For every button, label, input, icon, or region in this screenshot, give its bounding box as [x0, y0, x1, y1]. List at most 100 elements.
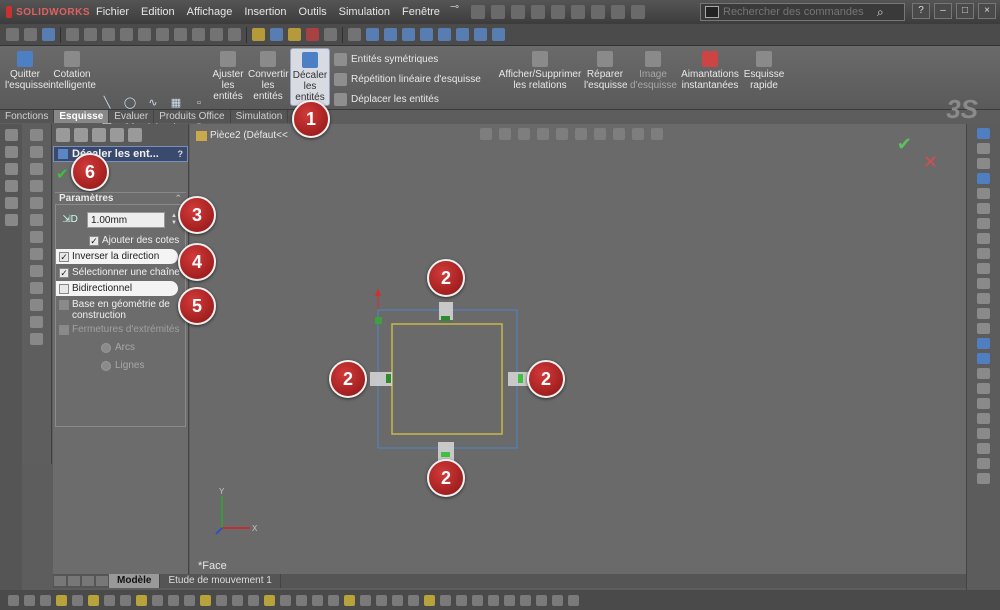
select-arrow-icon[interactable] [6, 28, 19, 41]
pan-icon[interactable] [30, 265, 43, 277]
close-button[interactable]: × [978, 3, 996, 19]
filter-face-icon[interactable] [88, 594, 99, 606]
rapid-sketch-button[interactable]: Esquisse rapide [742, 48, 786, 91]
offset-distance-input[interactable] [87, 212, 165, 228]
instant-snaps-button[interactable]: Aimantations instantanées [680, 48, 740, 91]
spline-icon[interactable]: ∿ [146, 96, 160, 110]
filter-icon[interactable] [280, 594, 291, 606]
check-mark-icon[interactable] [30, 248, 43, 260]
section-view-icon[interactable] [174, 28, 187, 41]
sketch-text-icon[interactable]: ▦ [169, 96, 183, 110]
outer-offset-rectangle[interactable] [377, 309, 518, 449]
render-icon[interactable] [324, 28, 337, 41]
corner-point[interactable] [375, 317, 382, 324]
filter-icon[interactable] [24, 594, 35, 606]
filter-icon[interactable] [424, 594, 435, 606]
property-manager-tab-icon[interactable] [74, 128, 88, 142]
tab-produits-office[interactable]: Produits Office [154, 110, 231, 123]
linear-pattern-button[interactable]: Répétition linéaire d'esquisse [334, 73, 481, 86]
spline-tool-icon[interactable] [977, 278, 990, 289]
folder-icon[interactable] [4, 129, 18, 141]
filter-icon[interactable] [296, 594, 307, 606]
zebra-icon[interactable] [210, 28, 223, 41]
filter-icon[interactable] [344, 594, 355, 606]
relation-tool-icon[interactable] [977, 398, 990, 409]
filter-icon[interactable] [504, 594, 515, 606]
view-front-icon[interactable] [438, 28, 451, 41]
appearances-icon[interactable] [977, 188, 990, 199]
filter-icon[interactable] [392, 594, 403, 606]
tab-esquisse[interactable]: Esquisse [54, 110, 110, 123]
last-tab-icon[interactable] [96, 576, 108, 586]
view-icon[interactable] [270, 28, 283, 41]
pin-icon[interactable]: ⊸ [446, 0, 463, 24]
menu-fenetre[interactable]: Fenêtre [396, 0, 446, 24]
filter-icon[interactable] [376, 594, 387, 606]
shaded-icon[interactable] [366, 28, 379, 41]
lines-radio[interactable] [101, 360, 111, 371]
menu-edition[interactable]: Edition [135, 0, 181, 24]
pin-toolbar-icon[interactable] [348, 28, 361, 41]
text-tool-icon[interactable] [30, 197, 43, 209]
line-tool-icon[interactable] [977, 218, 990, 229]
handle-top[interactable] [439, 302, 453, 321]
graphics-area[interactable]: Pièce2 (Défaut<< ✔ ✕ Y X *Face [190, 124, 966, 574]
reverse-direction-checkbox[interactable]: ✓ [59, 252, 69, 262]
stop-icon[interactable] [306, 28, 319, 41]
dimension-tool-icon[interactable] [977, 413, 990, 424]
circle-icon[interactable]: ◯ [123, 96, 137, 110]
command-search[interactable]: ⌕ [700, 3, 905, 21]
curvature-icon[interactable] [192, 28, 205, 41]
search-input[interactable] [723, 6, 873, 18]
tab-modele[interactable]: Modèle [109, 574, 161, 588]
display-tab-icon[interactable] [128, 128, 142, 142]
prev-tab-icon[interactable] [68, 576, 80, 586]
dimxpert-tab-icon[interactable] [110, 128, 124, 142]
draft-icon[interactable] [228, 28, 241, 41]
help-icon[interactable]: ? [178, 149, 184, 159]
filter-icon[interactable] [168, 594, 179, 606]
mirror-tool-icon[interactable] [977, 368, 990, 379]
pattern-tool-icon[interactable] [977, 383, 990, 394]
select-chain-option[interactable]: ✓ Sélectionner une chaîne [59, 267, 182, 278]
filter-icon[interactable] [216, 594, 227, 606]
filter-vertex-icon[interactable] [56, 594, 67, 606]
more-tools-icon[interactable] [977, 473, 990, 484]
quick-sketch-icon[interactable] [977, 458, 990, 469]
add-dimensions-option[interactable]: ✓ Ajouter des cotes [89, 235, 182, 246]
end-caps-checkbox[interactable] [59, 325, 69, 335]
eraser-icon[interactable] [30, 129, 43, 141]
save-icon[interactable] [511, 5, 526, 19]
parameters-group-header[interactable]: Paramètres ⌃ [55, 192, 186, 204]
menu-simulation[interactable]: Simulation [333, 0, 396, 24]
next-tab-icon[interactable] [82, 576, 94, 586]
restore-button[interactable]: □ [956, 3, 974, 19]
filter-icon[interactable] [184, 594, 195, 606]
equation-icon[interactable] [120, 28, 133, 41]
arc-tool-icon[interactable] [977, 263, 990, 274]
dimension-icon[interactable] [84, 28, 97, 41]
custom-properties-icon[interactable] [977, 203, 990, 214]
options-icon[interactable] [631, 5, 646, 19]
configuration-tab-icon[interactable] [92, 128, 106, 142]
trim-entities-button[interactable]: Ajuster les entités [210, 48, 246, 102]
construction-geometry-option[interactable]: Base en géométrie de construction [59, 299, 182, 321]
view-top-icon[interactable] [456, 28, 469, 41]
snap-tool-icon[interactable] [977, 443, 990, 454]
select-chain-checkbox[interactable]: ✓ [59, 268, 69, 278]
collapse-icon[interactable]: ⌃ [174, 193, 182, 204]
handle-right[interactable] [508, 372, 528, 386]
end-caps-option[interactable]: Fermetures d'extrémités [59, 324, 182, 335]
convert-entities-button[interactable]: Convertir les entités [248, 48, 289, 102]
wireframe-icon[interactable] [420, 28, 433, 41]
menu-outils[interactable]: Outils [293, 0, 333, 24]
view-palette-icon[interactable] [977, 173, 990, 184]
display-relations-button[interactable]: Afficher/Supprimer les relations [498, 48, 582, 91]
reverse-direction-option[interactable]: ✓ Inverser la direction [56, 249, 178, 264]
point-tool-icon[interactable] [977, 308, 990, 319]
filter-icon[interactable] [232, 594, 243, 606]
view-right-icon[interactable] [474, 28, 487, 41]
view-iso-icon[interactable] [492, 28, 505, 41]
search-icon[interactable]: ⌕ [877, 5, 884, 20]
offset-entities-button[interactable]: Décaler les entités [290, 48, 330, 106]
